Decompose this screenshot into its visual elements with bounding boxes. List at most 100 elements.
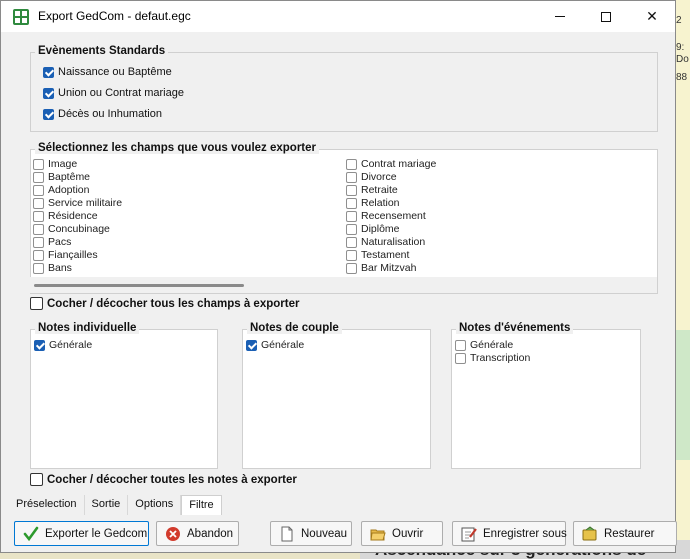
notes-couple-general-box[interactable] bbox=[246, 339, 257, 351]
title-bar[interactable]: Export GedCom - defaut.egc ✕ bbox=[1, 1, 675, 32]
toggle-all-notes-label: Cocher / décocher toutes les notes à exp… bbox=[47, 473, 297, 486]
notes-couple-group: Notes de couple Générale bbox=[242, 322, 431, 469]
toggle-all-fields[interactable]: Cocher / décocher tous les champs à expo… bbox=[30, 297, 299, 310]
checkbox-death-box[interactable] bbox=[43, 108, 54, 120]
field-checkbox-box[interactable] bbox=[346, 158, 357, 170]
notes-individual-group: Notes individuelle Générale bbox=[30, 322, 218, 469]
notes-events-transcription-label: Transcription bbox=[470, 352, 531, 364]
field-checkbox-left-0[interactable]: Image bbox=[33, 158, 77, 170]
background-fragment: 2 bbox=[676, 15, 682, 26]
background-fragment: 9: bbox=[676, 42, 685, 53]
field-checkbox-label: Recensement bbox=[361, 210, 426, 222]
minimize-button[interactable] bbox=[537, 1, 583, 32]
minimize-icon bbox=[555, 16, 565, 17]
scrollbar-thumb[interactable] bbox=[34, 284, 244, 287]
cancel-button[interactable]: Abandon bbox=[156, 521, 239, 546]
field-checkbox-right-3[interactable]: Relation bbox=[346, 197, 400, 209]
tab-preselection[interactable]: Préselection bbox=[9, 495, 85, 515]
fields-horizontal-scrollbar[interactable] bbox=[30, 277, 657, 293]
field-checkbox-box[interactable] bbox=[346, 184, 357, 196]
toggle-all-notes-box[interactable] bbox=[30, 473, 43, 486]
save-edit-icon bbox=[461, 526, 477, 542]
field-checkbox-left-4[interactable]: Résidence bbox=[33, 210, 98, 222]
field-checkbox-box[interactable] bbox=[33, 158, 44, 170]
notes-events-transcription[interactable]: Transcription bbox=[455, 352, 530, 364]
field-checkbox-box[interactable] bbox=[346, 171, 357, 183]
field-checkbox-left-6[interactable]: Pacs bbox=[33, 236, 71, 248]
tab-options[interactable]: Options bbox=[128, 495, 182, 515]
field-checkbox-label: Pacs bbox=[48, 236, 72, 248]
toggle-all-fields-box[interactable] bbox=[30, 297, 43, 310]
close-button[interactable]: ✕ bbox=[629, 1, 675, 32]
field-checkbox-left-8[interactable]: Bans bbox=[33, 262, 72, 274]
field-checkbox-right-5[interactable]: Diplôme bbox=[346, 223, 400, 235]
tab-filtre[interactable]: Filtre bbox=[181, 495, 222, 515]
restore-button[interactable]: Restaurer bbox=[573, 521, 677, 546]
field-checkbox-left-2[interactable]: Adoption bbox=[33, 184, 89, 196]
notes-events-general[interactable]: Générale bbox=[455, 339, 513, 351]
field-checkbox-right-4[interactable]: Recensement bbox=[346, 210, 426, 222]
field-checkbox-box[interactable] bbox=[346, 236, 357, 248]
window-title: Export GedCom - defaut.egc bbox=[38, 9, 191, 23]
checkbox-union-box[interactable] bbox=[43, 87, 54, 99]
notes-individual-general-box[interactable] bbox=[34, 339, 45, 351]
field-checkbox-left-7[interactable]: Fiançailles bbox=[33, 249, 98, 261]
field-checkbox-right-0[interactable]: Contrat mariage bbox=[346, 158, 436, 170]
field-checkbox-box[interactable] bbox=[33, 236, 44, 248]
save-as-button[interactable]: Enregistrer sous bbox=[452, 521, 567, 546]
field-checkbox-right-8[interactable]: Bar Mitzvah bbox=[346, 262, 416, 274]
field-checkbox-box[interactable] bbox=[33, 197, 44, 209]
field-checkbox-label: Concubinage bbox=[48, 223, 110, 235]
notes-couple-general[interactable]: Générale bbox=[246, 339, 304, 351]
save-as-button-label: Enregistrer sous bbox=[483, 527, 567, 540]
field-checkbox-label: Divorce bbox=[361, 171, 397, 183]
field-checkbox-label: Bans bbox=[48, 262, 72, 274]
field-checkbox-box[interactable] bbox=[346, 249, 357, 261]
field-checkbox-box[interactable] bbox=[346, 210, 357, 222]
field-checkbox-label: Service militaire bbox=[48, 197, 123, 209]
field-checkbox-right-6[interactable]: Naturalisation bbox=[346, 236, 425, 248]
field-checkbox-label: Fiançailles bbox=[48, 249, 98, 261]
app-icon bbox=[13, 9, 29, 25]
restore-icon bbox=[582, 525, 598, 542]
field-checkbox-box[interactable] bbox=[33, 184, 44, 196]
maximize-button[interactable] bbox=[583, 1, 629, 32]
notes-events-group: Notes d'événements Générale Transcriptio… bbox=[451, 322, 641, 469]
standard-events-title: Evènements Standards bbox=[35, 45, 169, 57]
field-checkbox-left-3[interactable]: Service militaire bbox=[33, 197, 122, 209]
checkbox-birth-box[interactable] bbox=[43, 66, 54, 78]
field-checkbox-left-5[interactable]: Concubinage bbox=[33, 223, 110, 235]
checkbox-union[interactable]: Union ou Contrat mariage bbox=[43, 87, 184, 99]
open-folder-icon bbox=[370, 526, 386, 542]
field-checkbox-right-2[interactable]: Retraite bbox=[346, 184, 398, 196]
tab-sortie[interactable]: Sortie bbox=[85, 495, 129, 515]
notes-individual-general[interactable]: Générale bbox=[34, 339, 92, 351]
checkbox-birth[interactable]: Naissance ou Baptême bbox=[43, 66, 172, 78]
field-checkbox-box[interactable] bbox=[33, 171, 44, 183]
field-checkbox-box[interactable] bbox=[33, 249, 44, 261]
field-checkbox-right-7[interactable]: Testament bbox=[346, 249, 409, 261]
notes-couple-title: Notes de couple bbox=[247, 322, 342, 334]
standard-events-group: Evènements Standards Naissance ou Baptêm… bbox=[30, 45, 658, 132]
field-checkbox-box[interactable] bbox=[33, 223, 44, 235]
notes-events-general-box[interactable] bbox=[455, 339, 466, 351]
tab-bar: Préselection Sortie Options Filtre bbox=[9, 495, 222, 515]
field-checkbox-left-1[interactable]: Baptême bbox=[33, 171, 90, 183]
field-checkbox-box[interactable] bbox=[346, 262, 357, 274]
field-checkbox-box[interactable] bbox=[346, 223, 357, 235]
toggle-all-notes[interactable]: Cocher / décocher toutes les notes à exp… bbox=[30, 473, 297, 486]
background-app-edge: 2 9: Do 88 bbox=[676, 0, 690, 559]
new-button[interactable]: Nouveau bbox=[270, 521, 352, 546]
notes-events-transcription-box[interactable] bbox=[455, 352, 466, 364]
open-button[interactable]: Ouvrir bbox=[361, 521, 443, 546]
checkbox-union-label: Union ou Contrat mariage bbox=[58, 87, 184, 99]
field-checkbox-label: Relation bbox=[361, 197, 400, 209]
checkbox-death[interactable]: Décès ou Inhumation bbox=[43, 108, 162, 120]
field-checkbox-box[interactable] bbox=[33, 210, 44, 222]
field-checkbox-box[interactable] bbox=[346, 197, 357, 209]
field-checkbox-right-1[interactable]: Divorce bbox=[346, 171, 397, 183]
export-button[interactable]: Exporter le Gedcom bbox=[14, 521, 149, 546]
field-checkbox-box[interactable] bbox=[33, 262, 44, 274]
export-gedcom-dialog: Export GedCom - defaut.egc ✕ Evènements … bbox=[0, 0, 677, 553]
export-button-label: Exporter le Gedcom bbox=[45, 527, 148, 540]
